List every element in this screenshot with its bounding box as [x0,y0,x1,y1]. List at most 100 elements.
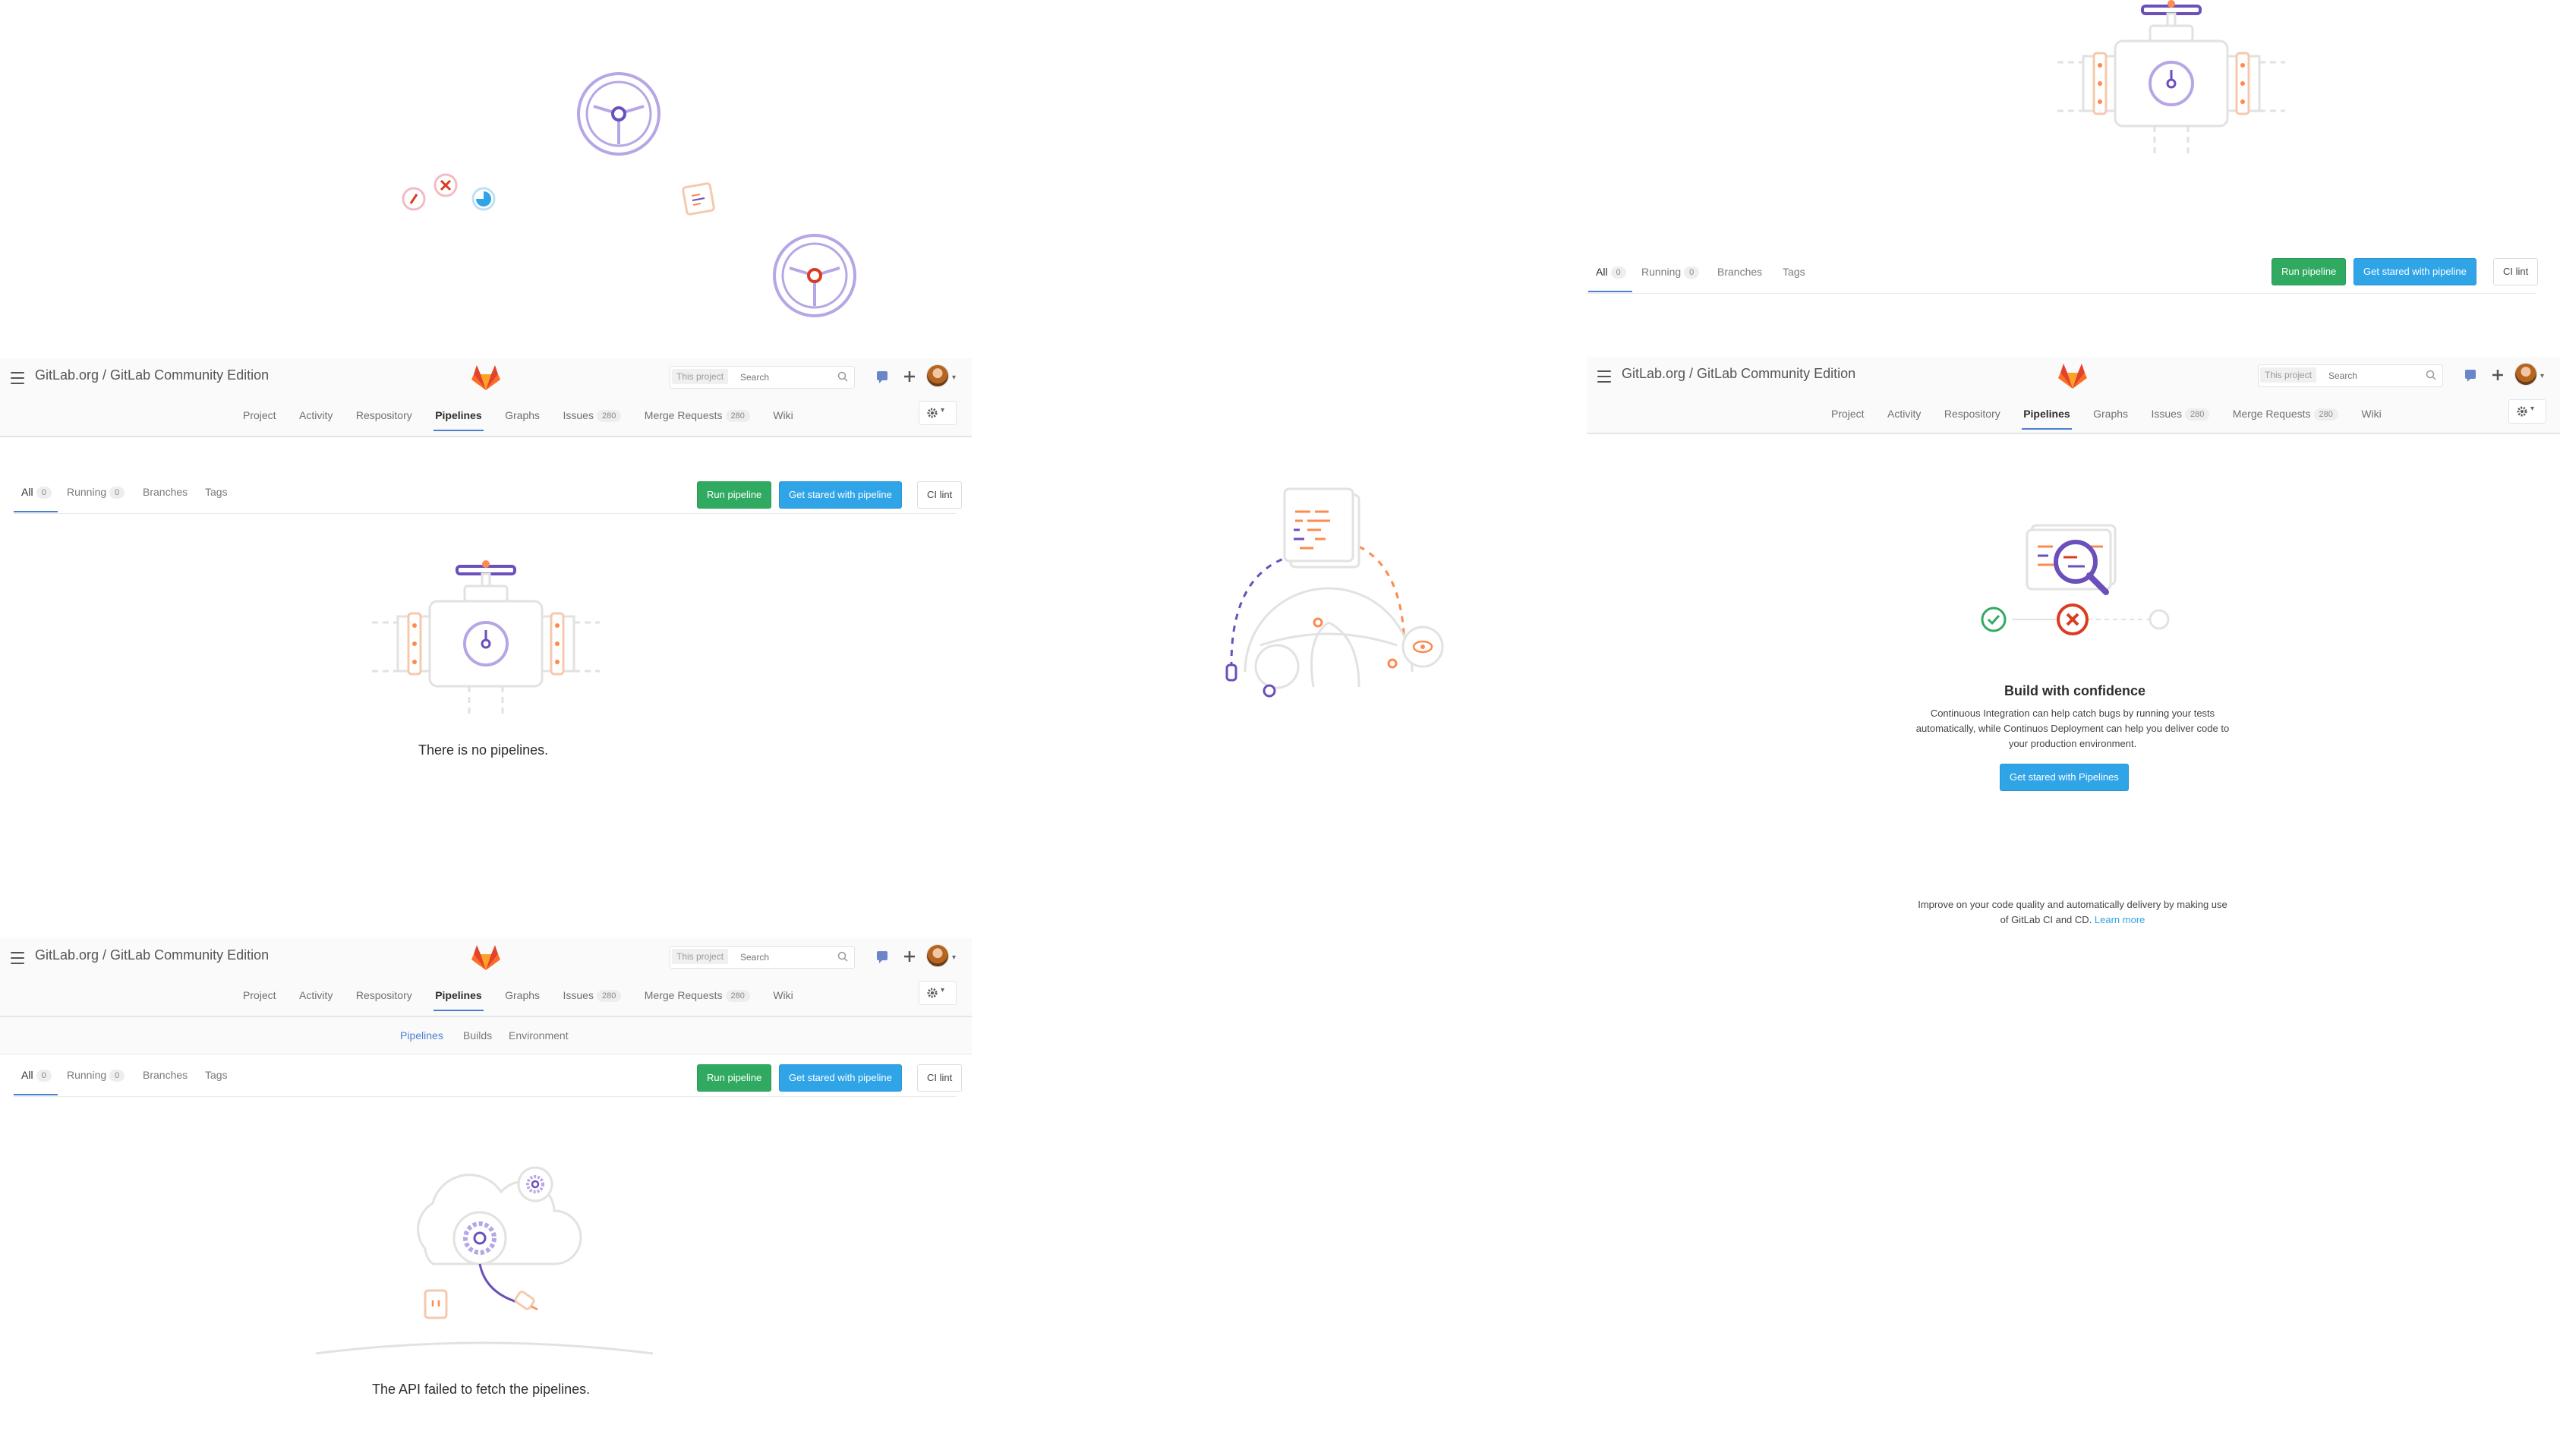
page-title[interactable]: GitLab.org / GitLab Community Edition [35,367,269,383]
app-header: GitLab.org / GitLab Community Edition Th… [0,358,972,437]
settings-dropdown[interactable]: ▾ [919,401,957,425]
subnav-pipelines[interactable]: Pipelines [400,1029,443,1042]
tab-all[interactable]: All 0 [14,1069,58,1096]
ci-lint-button[interactable]: CI lint [917,1064,963,1092]
search-input[interactable] [2327,368,2413,383]
tab-running[interactable]: Running 0 [67,486,125,500]
nav-graphs[interactable]: Graphs [2093,404,2128,427]
gitlab-logo-icon[interactable] [471,944,501,970]
nav-graphs[interactable]: Graphs [505,405,540,428]
run-pipeline-button[interactable]: Run pipeline [697,481,772,509]
nav-activity[interactable]: Activity [299,985,333,1008]
get-started-pipelines-button[interactable]: Get stared with Pipelines [2000,764,2129,791]
tab-running-count: 0 [109,487,125,500]
project-nav: Project Activity Respository Pipelines G… [243,985,813,1011]
nav-project[interactable]: Project [1831,404,1865,427]
nav-repository[interactable]: Respository [356,405,412,428]
nav-repository[interactable]: Respository [356,985,412,1008]
menu-icon[interactable] [11,372,24,384]
nav-issues[interactable]: Issues 280 [563,405,622,428]
get-started-button[interactable]: Get stared with pipeline [779,1064,902,1092]
x-icon [2057,604,2089,635]
todo-icon[interactable] [2463,367,2478,383]
settings-dropdown[interactable]: ▾ [2508,399,2546,424]
nav-wiki[interactable]: Wiki [773,405,793,428]
chevron-down-icon[interactable]: ▾ [952,953,956,962]
tab-all[interactable]: All 0 [14,486,58,513]
run-pipeline-button[interactable]: Run pipeline [2272,258,2347,285]
tab-tags[interactable]: Tags [205,1069,228,1081]
pipeline-tabs: All 0 Running 0 Branches Tags Run pipeline… [14,478,963,514]
check-icon [1981,607,2007,632]
search-input[interactable] [739,370,825,385]
tab-tags[interactable]: Tags [1783,266,1805,278]
gitlab-logo-icon[interactable] [2057,363,2088,389]
search-box[interactable]: This project [2258,364,2443,387]
nav-pipelines[interactable]: Pipelines [433,985,484,1011]
todo-icon[interactable] [875,949,890,964]
improve-text: Improve on your code quality and automat… [1918,899,2227,925]
plus-icon[interactable] [902,949,917,964]
nav-pipelines[interactable]: Pipelines [2022,404,2073,430]
steering-wheel-icon [773,234,856,317]
ci-lint-button[interactable]: CI lint [2493,258,2539,285]
search-input[interactable] [739,950,825,965]
page-title[interactable]: GitLab.org / GitLab Community Edition [1622,366,1855,382]
search-scope[interactable]: This project [672,949,729,964]
nav-project[interactable]: Project [243,405,276,428]
run-pipeline-button[interactable]: Run pipeline [697,1064,772,1092]
tab-branches[interactable]: Branches [143,1069,188,1081]
get-started-button[interactable]: Get stared with pipeline [2353,258,2476,285]
code-note-icon [682,182,715,216]
search-icon[interactable] [837,371,848,382]
nav-pipelines[interactable]: Pipelines [433,405,484,431]
gitlab-logo-icon[interactable] [471,364,501,390]
get-started-button[interactable]: Get stared with pipeline [779,481,902,509]
nav-issues[interactable]: Issues 280 [563,985,622,1008]
tab-branches[interactable]: Branches [1717,266,1762,278]
settings-dropdown[interactable]: ▾ [919,981,957,1005]
subnav-builds[interactable]: Builds [463,1029,492,1042]
menu-icon[interactable] [11,952,24,964]
plus-icon[interactable] [2490,367,2505,383]
todo-icon[interactable] [875,369,890,384]
search-icon[interactable] [2426,370,2436,380]
chevron-down-icon[interactable]: ▾ [952,373,956,382]
ci-lint-button[interactable]: CI lint [917,481,963,509]
plus-icon[interactable] [902,369,917,384]
tab-all[interactable]: All 0 [1588,266,1632,293]
nav-merge-requests[interactable]: Merge Requests 280 [645,985,750,1008]
chevron-down-icon: ▾ [941,406,945,414]
nav-merge-requests[interactable]: Merge Requests 280 [2233,404,2338,427]
nav-project[interactable]: Project [243,985,276,1008]
chevron-down-icon: ▾ [2530,405,2535,413]
tab-running[interactable]: Running 0 [1641,266,1700,279]
subnav-environment[interactable]: Environment [509,1029,569,1042]
build-description: Continuous Integration can help catch bu… [1915,708,2230,749]
nav-wiki[interactable]: Wiki [2361,404,2381,427]
nav-issues[interactable]: Issues 280 [2152,404,2210,427]
avatar[interactable] [2514,363,2537,386]
learn-more-link[interactable]: Learn more [2095,914,2145,925]
tab-tags[interactable]: Tags [205,486,228,498]
search-icon[interactable] [837,951,848,962]
issues-count-badge: 280 [596,410,622,423]
search-box[interactable]: This project [670,366,855,389]
nav-merge-requests[interactable]: Merge Requests 280 [645,405,750,428]
nav-activity[interactable]: Activity [1887,404,1921,427]
page-title[interactable]: GitLab.org / GitLab Community Edition [35,947,269,963]
nav-repository[interactable]: Respository [1944,404,2000,427]
chevron-down-icon[interactable]: ▾ [2540,372,2544,380]
search-scope[interactable]: This project [672,369,729,384]
menu-icon[interactable] [1597,370,1611,383]
nav-graphs[interactable]: Graphs [505,985,540,1008]
avatar[interactable] [926,944,949,967]
steering-wheel-icon [577,72,660,156]
search-scope[interactable]: This project [2260,367,2317,383]
nav-activity[interactable]: Activity [299,405,333,428]
search-box[interactable]: This project [670,946,855,969]
avatar[interactable] [926,364,949,387]
tab-branches[interactable]: Branches [143,486,188,498]
nav-wiki[interactable]: Wiki [773,985,793,1008]
tab-running[interactable]: Running 0 [67,1069,125,1083]
